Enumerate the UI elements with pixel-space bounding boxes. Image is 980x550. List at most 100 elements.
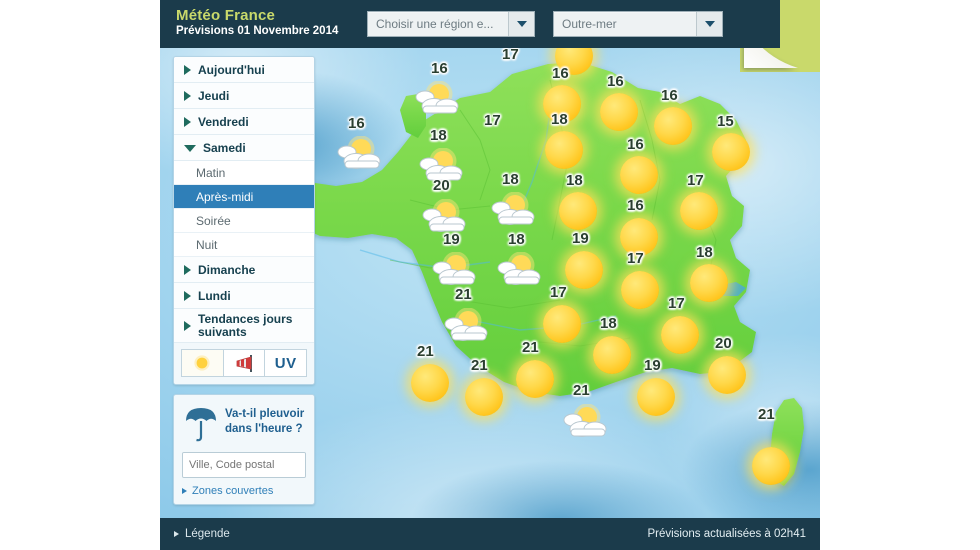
sun-icon <box>637 378 675 416</box>
uv-label: UV <box>274 354 297 372</box>
temperature-label: 17 <box>484 112 501 129</box>
rain-widget-header: Va-t-il pleuvoir dans l'heure ? <box>182 404 306 444</box>
temperature-label: 19 <box>572 230 589 247</box>
temperature-label: 21 <box>758 406 775 423</box>
nav-day-label: Lundi <box>198 288 231 303</box>
temperature-label: 16 <box>627 136 644 153</box>
sun-icon <box>593 336 631 374</box>
temperature-label: 19 <box>443 231 460 248</box>
nav-period-3[interactable]: Nuit <box>174 233 314 257</box>
triangle-right-icon <box>184 116 191 127</box>
triangle-right-icon <box>184 64 191 75</box>
nav-day-label: Tendances jours suivants <box>198 311 293 339</box>
covered-zones-link[interactable]: Zones couvertes <box>182 485 306 497</box>
temperature-label: 16 <box>607 73 624 90</box>
sun-behind-cloud-icon <box>429 251 481 290</box>
temperature-label: 16 <box>431 60 448 77</box>
sun-icon <box>559 192 597 230</box>
sun-icon <box>661 316 699 354</box>
chevron-down-icon[interactable] <box>508 12 534 36</box>
tab-sun[interactable] <box>181 349 224 377</box>
sun-icon <box>752 447 790 485</box>
legend-toggle[interactable]: Légende <box>174 528 230 540</box>
sun-icon <box>654 107 692 145</box>
sun-icon <box>600 93 638 131</box>
temperature-label: 17 <box>502 46 519 63</box>
region-select[interactable]: Choisir une région e... <box>367 11 535 37</box>
nav-day-4[interactable]: Dimanche <box>174 257 314 283</box>
nav-period-label: Nuit <box>196 237 218 252</box>
temperature-label: 18 <box>502 171 519 188</box>
sun-icon <box>621 271 659 309</box>
sun-behind-cloud-icon <box>560 403 612 442</box>
nav-period-2[interactable]: Soirée <box>174 209 314 233</box>
brand: Météo France Prévisions 01 Novembre 2014 <box>176 7 338 39</box>
sun-icon <box>712 133 750 171</box>
temperature-label: 18 <box>430 127 447 144</box>
forecast-date: Prévisions 01 Novembre 2014 <box>176 25 339 37</box>
temperature-label: 20 <box>433 177 450 194</box>
sun-behind-cloud-icon <box>494 251 546 290</box>
sun-icon <box>516 360 554 398</box>
meteo-france-app: 17 17 16 16 16 16 16 17 18 18 15 16 20 18 18 17 16 19 18 19… <box>0 0 980 550</box>
temperature-label: 17 <box>668 295 685 312</box>
nav-day-label: Samedi <box>203 140 246 155</box>
update-time: Prévisions actualisées à 02h41 <box>647 528 806 540</box>
sun-behind-cloud-icon <box>334 135 386 174</box>
temperature-label: 21 <box>417 343 434 360</box>
nav-period-label: Matin <box>196 165 226 180</box>
triangle-down-icon <box>184 145 196 152</box>
app-header: Météo France Prévisions 01 Novembre 2014… <box>160 0 780 48</box>
nav-day-label: Vendredi <box>198 114 249 129</box>
triangle-right-icon <box>184 264 191 275</box>
temperature-label: 15 <box>717 113 734 130</box>
windsock-icon <box>236 355 252 372</box>
temperature-label: 17 <box>687 172 704 189</box>
nav-day-3[interactable]: Samedi <box>174 135 314 161</box>
triangle-right-icon <box>184 90 191 101</box>
triangle-right-icon <box>184 320 191 331</box>
chevron-down-icon[interactable] <box>696 12 722 36</box>
forecast-nav-list: Aujourd'hui Jeudi Vendredi Samedi Matin Après… <box>174 57 314 343</box>
region-select-value: Choisir une région e... <box>376 17 494 31</box>
outremer-select[interactable]: Outre-mer <box>553 11 723 37</box>
sun-icon <box>680 192 718 230</box>
sun-icon <box>620 156 658 194</box>
nav-day-1[interactable]: Jeudi <box>174 83 314 109</box>
sun-icon <box>565 251 603 289</box>
city-postal-input[interactable] <box>183 453 305 477</box>
temperature-label: 21 <box>522 339 539 356</box>
rain-forecast-widget: Va-t-il pleuvoir dans l'heure ? Ok Zones… <box>173 394 315 505</box>
temperature-label: 16 <box>348 115 365 132</box>
sun-icon <box>411 364 449 402</box>
nav-period-0[interactable]: Matin <box>174 161 314 185</box>
forecast-nav-panel: Aujourd'hui Jeudi Vendredi Samedi Matin Après… <box>173 56 315 385</box>
temperature-label: 21 <box>573 382 590 399</box>
legend-label: Légende <box>185 528 230 540</box>
nav-day-2[interactable]: Vendredi <box>174 109 314 135</box>
temperature-label: 16 <box>552 65 569 82</box>
tab-uv[interactable]: UV <box>265 349 308 377</box>
triangle-right-icon <box>184 290 191 301</box>
rain-question: Va-t-il pleuvoir dans l'heure ? <box>225 404 304 437</box>
temperature-label: 18 <box>600 315 617 332</box>
sun-behind-cloud-icon <box>412 80 464 119</box>
nav-period-label: Après-midi <box>196 189 254 204</box>
temperature-label: 19 <box>644 357 661 374</box>
nav-day-6[interactable]: Tendances jours suivants <box>174 309 314 343</box>
sun-icon <box>543 305 581 343</box>
nav-day-0[interactable]: Aujourd'hui <box>174 57 314 83</box>
temperature-label: 21 <box>455 286 472 303</box>
sidebar: Aujourd'hui Jeudi Vendredi Samedi Matin Après… <box>173 56 315 505</box>
sun-behind-cloud-icon <box>488 191 540 230</box>
sun-icon <box>465 378 503 416</box>
nav-day-label: Dimanche <box>198 262 256 277</box>
nav-day-5[interactable]: Lundi <box>174 283 314 309</box>
temperature-label: 20 <box>715 335 732 352</box>
tab-wind[interactable] <box>223 349 266 377</box>
temperature-label: 17 <box>550 284 567 301</box>
parameter-tabs: UV <box>174 343 314 384</box>
temperature-label: 16 <box>627 197 644 214</box>
nav-period-1[interactable]: Après-midi <box>174 185 314 209</box>
outremer-select-value: Outre-mer <box>562 17 617 31</box>
